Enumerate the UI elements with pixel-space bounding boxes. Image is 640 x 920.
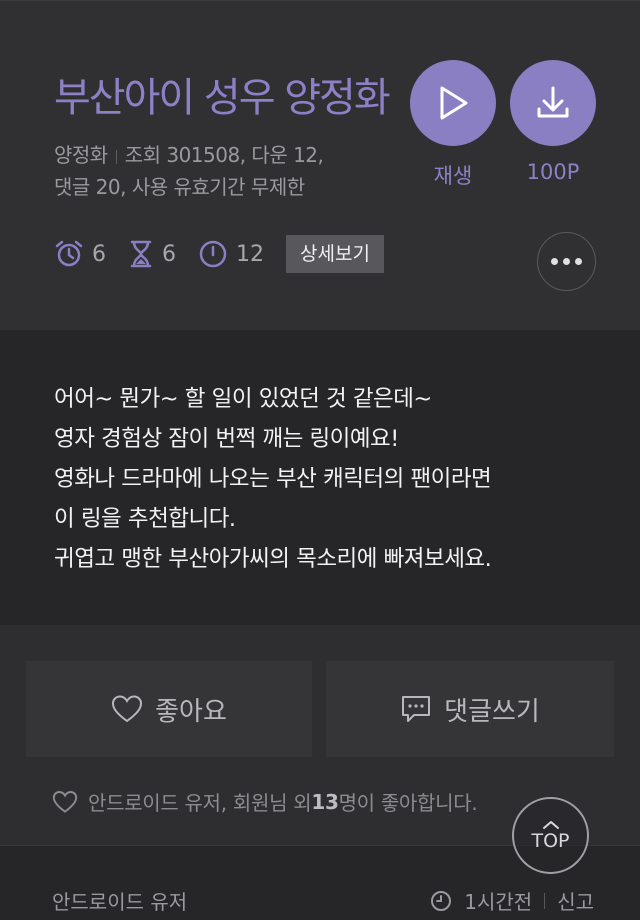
play-button[interactable] (410, 60, 496, 146)
hourglass-stat: 6 (128, 239, 176, 269)
comment-label: 댓글쓰기 (444, 696, 540, 727)
like-summary: 안드로이드 유저, 회원님 외 13 명이 좋아합니다. (52, 787, 478, 816)
write-comment-button[interactable]: 댓글쓰기 (326, 661, 614, 757)
ring-header: 부산아이 성우 양정화 양정화 조회 301508, 다운 12, 댓글 20, … (0, 0, 640, 330)
ring-meta: 양정화 조회 301508, 다운 12, 댓글 20, 사용 유효기간 무제한 (54, 139, 394, 203)
like-summary-suffix: 명이 좋아합니다. (338, 791, 478, 815)
more-options-button[interactable] (537, 232, 596, 291)
like-label: 좋아요 (155, 696, 227, 727)
comment-meta: 1시간전 신고 (430, 886, 594, 915)
meta-divider (115, 149, 117, 164)
comment-icon (402, 696, 431, 722)
download-price[interactable]: 100P (503, 160, 603, 184)
ring-description: 어어~ 뭔가~ 할 일이 있었던 것 같은데~ 영자 경험상 잠이 번쩍 깨는 … (54, 386, 492, 572)
scroll-top-button[interactable]: TOP (512, 797, 589, 874)
report-link[interactable]: 신고 (557, 886, 594, 915)
timer-stat: 12 (198, 239, 264, 269)
clock-icon (431, 890, 452, 911)
heart-icon (112, 695, 143, 723)
page-title: 부산아이 성우 양정화 (54, 75, 391, 121)
hourglass-count: 6 (162, 241, 176, 267)
usage-stats: 6 6 12 상세보기 (54, 235, 384, 273)
more-dot-icon (563, 258, 570, 265)
hourglass-icon (130, 240, 152, 268)
heart-icon (52, 790, 78, 813)
more-dot-icon (551, 258, 558, 265)
like-summary-prefix: 안드로이드 유저, 회원님 외 (88, 791, 312, 815)
timer-icon (199, 240, 227, 268)
alarm-stat: 6 (54, 239, 106, 269)
timer-count: 12 (236, 241, 264, 267)
alarm-count: 6 (92, 241, 106, 267)
download-icon (537, 86, 569, 118)
play-icon (440, 86, 468, 120)
top-label: TOP (531, 829, 570, 852)
artist-name: 양정화 (54, 143, 108, 167)
download-button[interactable] (510, 60, 596, 146)
like-button[interactable]: 좋아요 (26, 661, 312, 757)
comment-time: 1시간전 (464, 890, 533, 914)
play-label[interactable]: 재생 (403, 160, 503, 190)
chevron-up-icon (542, 820, 559, 829)
detail-button[interactable]: 상세보기 (286, 235, 384, 273)
meta-details: 댓글 20, 사용 유효기간 무제한 (54, 175, 305, 199)
meta-divider (544, 892, 546, 909)
more-dot-icon (575, 258, 582, 265)
comment-author: 안드로이드 유저 (52, 890, 188, 914)
like-count: 13 (311, 789, 339, 814)
alarm-clock-icon (55, 240, 83, 267)
meta-views: 조회 301508, 다운 12, (124, 143, 324, 167)
